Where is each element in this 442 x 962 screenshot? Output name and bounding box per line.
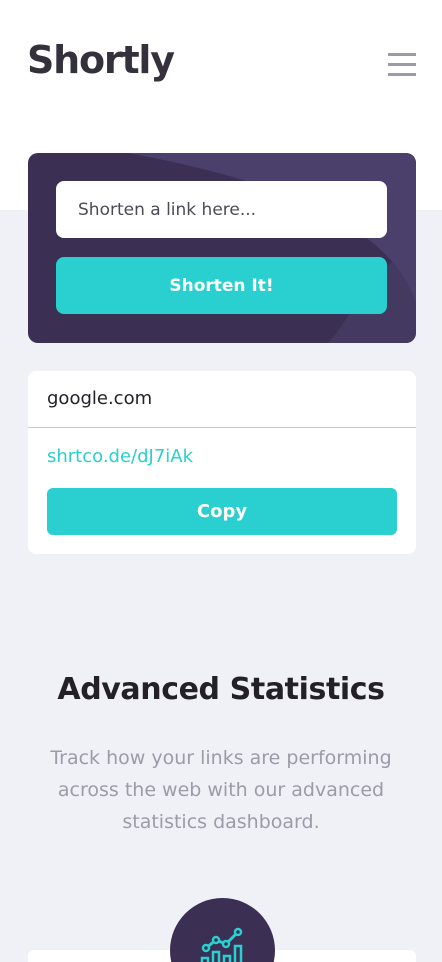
chart-growth-icon xyxy=(200,927,243,962)
statistics-description: Track how your links are performing acro… xyxy=(50,747,392,833)
shortened-link-card: google.com shrtco.de/dJ7iAk Copy xyxy=(28,371,416,554)
shorten-button[interactable]: Shorten It! xyxy=(56,257,387,314)
shorten-form-card: Shorten It! xyxy=(28,153,416,343)
site-header: Shortly xyxy=(0,0,442,130)
statistics-heading: Advanced Statistics xyxy=(57,672,385,707)
hamburger-menu-icon[interactable] xyxy=(388,52,416,78)
menu-line xyxy=(388,63,416,66)
divider xyxy=(28,427,416,428)
original-url: google.com xyxy=(47,388,153,409)
menu-line xyxy=(388,73,416,76)
copy-button[interactable]: Copy xyxy=(47,488,397,535)
menu-line xyxy=(388,53,416,56)
short-url-link[interactable]: shrtco.de/dJ7iAk xyxy=(47,446,193,467)
link-input[interactable] xyxy=(56,181,387,238)
logo[interactable]: Shortly xyxy=(27,38,175,82)
